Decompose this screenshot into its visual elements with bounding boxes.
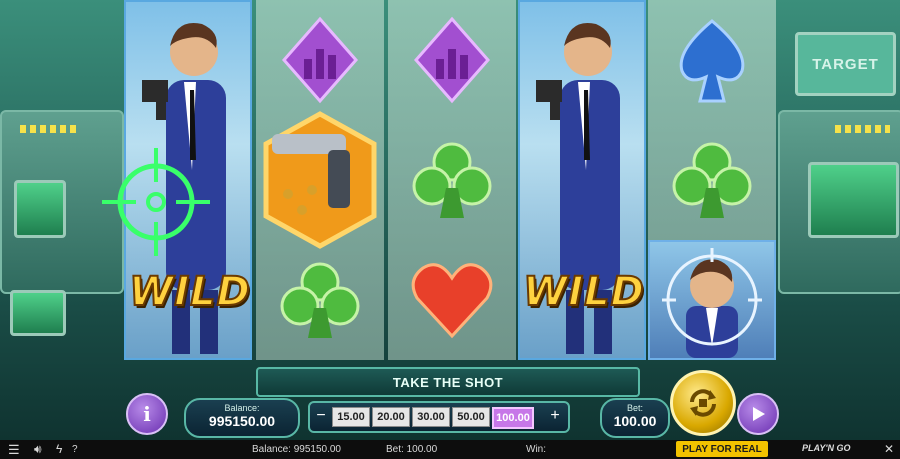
crosshair-icon xyxy=(102,148,210,256)
agent-portrait-targeted-icon xyxy=(648,240,776,360)
bet-option[interactable]: 20.00 xyxy=(372,407,410,427)
bet-option[interactable]: 30.00 xyxy=(412,407,450,427)
indicator-lights xyxy=(20,125,80,133)
play-icon xyxy=(753,407,765,421)
purple-diamond-icon xyxy=(256,0,384,120)
bet-selector: − 15.00 20.00 30.00 50.00 100.00 + xyxy=(308,401,570,433)
bet-decrease-button[interactable]: − xyxy=(314,406,328,426)
status-balance: Balance: 995150.00 xyxy=(252,444,341,455)
help-button[interactable]: ? xyxy=(72,444,78,455)
purple-diamond-icon xyxy=(388,0,516,120)
bet-increase-button[interactable]: + xyxy=(548,406,562,426)
green-club-icon xyxy=(256,240,384,360)
message-bar: TAKE THE SHOT xyxy=(256,367,640,397)
sound-icon[interactable]: 🔊︎ xyxy=(34,442,42,457)
bet-value: 100.00 xyxy=(613,413,657,429)
reel-5 xyxy=(648,0,776,360)
bet-display: Bet: 100.00 xyxy=(600,398,670,438)
autoplay-button[interactable] xyxy=(737,393,779,435)
bet-option[interactable]: 15.00 xyxy=(332,407,370,427)
bet-option[interactable]: 50.00 xyxy=(452,407,490,427)
blue-spade-icon xyxy=(648,0,776,120)
info-icon: i xyxy=(143,402,151,426)
balance-label: Balance: xyxy=(224,403,260,413)
reel-2 xyxy=(256,0,384,360)
red-heart-icon xyxy=(388,240,516,360)
status-bet: Bet: 100.00 xyxy=(386,444,438,455)
bet-label: Bet: xyxy=(626,403,643,413)
info-button[interactable]: i xyxy=(126,393,168,435)
balance-value: 995150.00 xyxy=(208,413,276,429)
play-for-real-button[interactable]: PLAY FOR REAL xyxy=(676,441,768,457)
controls-panel: Balance: 995150.00 − 15.00 20.00 30.00 5… xyxy=(180,398,670,438)
wild-symbol: WILD xyxy=(522,268,645,316)
reel-grid: WILD WILD xyxy=(102,0,776,360)
brand-logo: PLAY'N GO xyxy=(802,443,851,453)
wild-symbol: WILD xyxy=(128,268,251,316)
indicator-lights-right xyxy=(835,125,890,133)
menu-icon[interactable]: ☰ xyxy=(8,442,20,458)
golden-pistol-icon xyxy=(256,110,384,250)
bet-option-selected[interactable]: 100.00 xyxy=(492,407,534,429)
green-club-icon xyxy=(648,120,776,240)
target-screen: TARGET xyxy=(795,32,896,96)
status-win: Win: xyxy=(526,444,546,455)
spin-arrows-icon xyxy=(690,389,716,417)
left-monitor xyxy=(14,180,66,238)
left-monitor-lower xyxy=(10,290,66,336)
balance-display: Balance: 995150.00 xyxy=(184,398,300,438)
close-icon[interactable]: ✕ xyxy=(884,442,894,456)
turbo-icon[interactable]: ϟ xyxy=(56,442,62,456)
reel-1: WILD xyxy=(102,0,252,360)
right-monitor xyxy=(808,162,899,238)
spin-button[interactable] xyxy=(670,370,736,436)
reel-4: WILD xyxy=(518,0,646,360)
reel-3 xyxy=(388,0,516,360)
green-club-icon xyxy=(388,120,516,240)
